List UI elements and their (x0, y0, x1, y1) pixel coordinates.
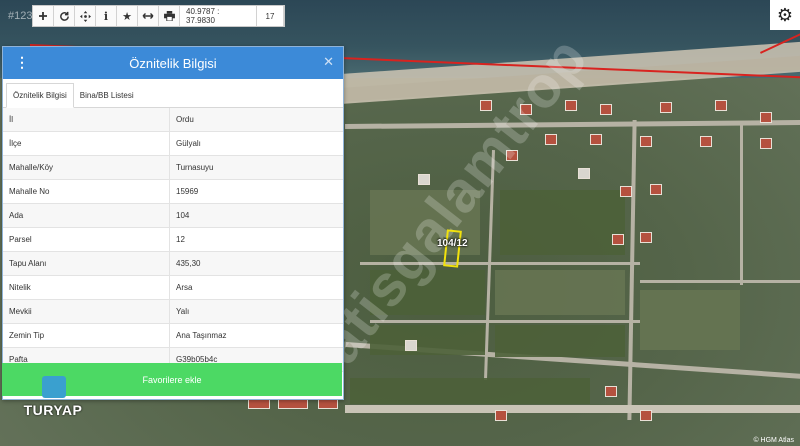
table-row: Tapu Alanı 435,30 (3, 252, 343, 276)
zoom-level-display[interactable]: 17 (257, 6, 284, 26)
road (344, 119, 800, 130)
move-icon[interactable] (75, 6, 96, 26)
tab-building-list[interactable]: Bina/BB Listesi (74, 84, 140, 107)
building (600, 104, 612, 115)
building (700, 136, 712, 147)
row-value: Yalı (176, 307, 190, 316)
row-value: 12 (176, 235, 185, 244)
road (740, 125, 743, 285)
table-row: Mahalle/Köy Turnasuyu (3, 156, 343, 180)
logo-mark (42, 376, 66, 398)
row-value: Ana Taşınmaz (176, 331, 227, 340)
table-row: Nitelik Arsa (3, 276, 343, 300)
table-row: Zemin Tip Ana Taşınmaz (3, 324, 343, 348)
row-key: Mahalle/Köy (3, 156, 170, 179)
zoom-in-icon[interactable] (33, 6, 54, 26)
building (640, 410, 652, 421)
table-row: Parsel 12 (3, 228, 343, 252)
measure-icon[interactable] (138, 6, 159, 26)
logo-text: TURYAP (23, 402, 83, 418)
building (605, 386, 617, 397)
row-value: Arsa (176, 283, 193, 292)
building (495, 410, 507, 421)
tab-attributes[interactable]: Öznitelik Bilgisi (6, 83, 74, 108)
field (640, 290, 740, 350)
building (640, 232, 652, 243)
row-key: İlçe (3, 132, 170, 155)
row-value: 435,30 (176, 259, 201, 268)
building (650, 184, 662, 195)
building (760, 112, 772, 123)
table-row: Mevkii Yalı (3, 300, 343, 324)
building (715, 100, 727, 111)
row-key: Mahalle No (3, 180, 170, 203)
panel-header: ⋮ Öznitelik Bilgisi ✕ (3, 47, 343, 79)
row-key: İl (3, 108, 170, 131)
field (495, 325, 625, 357)
info-icon[interactable]: i (96, 6, 117, 26)
attribute-panel: ⋮ Öznitelik Bilgisi ✕ Öznitelik Bilgisi … (2, 46, 344, 400)
building (545, 134, 557, 145)
parcel-label: 104/12 (437, 238, 468, 249)
table-row: Ada 104 (3, 204, 343, 228)
building (405, 340, 417, 351)
building (640, 136, 652, 147)
field (495, 270, 625, 315)
row-key: Ada (3, 204, 170, 227)
row-key: Tapu Alanı (3, 252, 170, 275)
row-key: Mevkii (3, 300, 170, 323)
row-key: Parsel (3, 228, 170, 251)
building (590, 134, 602, 145)
table-row: İl Ordu (3, 108, 343, 132)
row-value: Gülyalı (176, 139, 201, 148)
road (370, 320, 640, 323)
table-row: İlçe Gülyalı (3, 132, 343, 156)
row-value: Turnasuyu (176, 163, 214, 172)
gear-icon[interactable]: ⚙ (770, 0, 800, 30)
menu-icon[interactable]: ⋮ (15, 55, 29, 69)
road (345, 405, 800, 413)
building (760, 138, 772, 149)
field (350, 378, 590, 404)
building (620, 186, 632, 197)
building (578, 168, 590, 179)
turyap-logo: TURYAP (14, 368, 92, 430)
refresh-icon[interactable] (54, 6, 75, 26)
road (640, 280, 800, 283)
row-value: Ordu (176, 115, 194, 124)
row-value: 15969 (176, 187, 199, 196)
panel-tabs: Öznitelik Bilgisi Bina/BB Listesi (3, 79, 343, 108)
map-attribution: © HGM Atlas (753, 437, 794, 444)
row-key: Zemin Tip (3, 324, 170, 347)
map-toolbar: i ★ 40.9787 : 37.9830 17 (32, 5, 285, 27)
building (612, 234, 624, 245)
coordinate-display[interactable]: 40.9787 : 37.9830 (180, 6, 257, 26)
building (660, 102, 672, 113)
road (627, 119, 637, 421)
table-row: Mahalle No 15969 (3, 180, 343, 204)
row-value: 104 (176, 211, 190, 220)
panel-title: Öznitelik Bilgisi (129, 55, 217, 71)
attribute-table: İl Ordu İlçe Gülyalı Mahalle/Köy Turnasuyu … (3, 108, 343, 372)
row-key: Nitelik (3, 276, 170, 299)
close-icon[interactable]: ✕ (323, 54, 334, 70)
star-icon[interactable]: ★ (117, 6, 138, 26)
print-icon[interactable] (159, 6, 180, 26)
field (500, 190, 625, 255)
